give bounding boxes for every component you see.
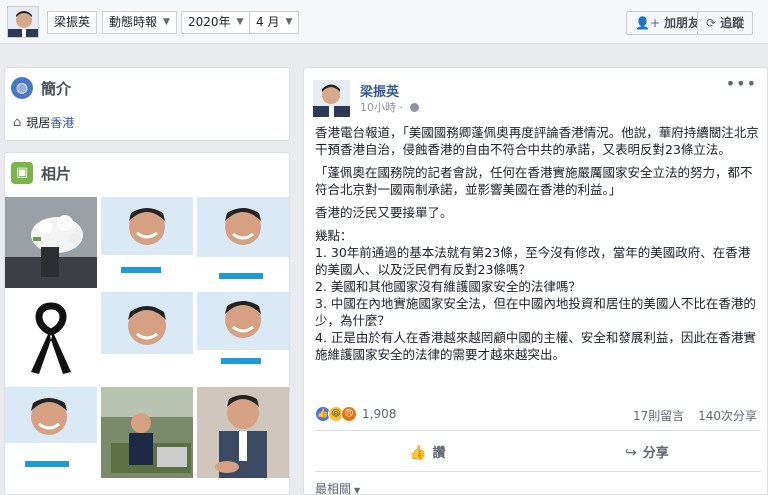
globe-icon bbox=[409, 103, 419, 112]
photo-thumbnail[interactable] bbox=[101, 292, 193, 383]
photos-header: ▣ 相片 bbox=[5, 153, 289, 193]
timeline-filter-label: 動態時報 bbox=[109, 15, 158, 29]
follow-button[interactable]: ⟳ 追蹤 bbox=[697, 11, 754, 35]
photo-icon: ▣ bbox=[11, 162, 33, 184]
comment-sort-label: 最相關 bbox=[315, 482, 352, 495]
intro-card: ◍ 簡介 ⌂ 現居 香港 bbox=[4, 67, 290, 141]
like-label: 讚 bbox=[432, 446, 446, 461]
post-paragraph: 香港電台報道，「美國國務卿蓬佩奧再度評論香港情況。他說，華府持續關注北京干預香港… bbox=[315, 125, 759, 157]
chevron-down-icon: ▼ bbox=[236, 17, 244, 27]
rss-icon: ⟳ bbox=[706, 16, 717, 30]
post-author-avatar[interactable] bbox=[313, 80, 350, 117]
photo-thumbnail[interactable] bbox=[5, 292, 97, 383]
globe-icon: ◍ bbox=[11, 77, 33, 99]
profile-name: 梁振英 bbox=[54, 15, 91, 29]
post-text: 香港電台報道，「美國國務卿蓬佩奧再度評論香港情況。他說，華府持續關注北京干預香港… bbox=[315, 124, 761, 363]
profile-name-box[interactable]: 梁振英 bbox=[47, 11, 98, 34]
lives-in-prefix: 現居 bbox=[26, 116, 51, 130]
photo-thumbnail[interactable] bbox=[5, 387, 97, 478]
profile-avatar[interactable] bbox=[7, 6, 39, 38]
follow-label: 追蹤 bbox=[720, 16, 745, 30]
photos-title[interactable]: 相片 bbox=[41, 163, 71, 184]
angry-reaction-icon[interactable]: 😠 bbox=[341, 406, 357, 422]
post-author-name[interactable]: 梁振英 bbox=[360, 81, 399, 100]
point-item: 4. 正是由於有人在香港越來越罔顧中國的主權、安全和發展利益，因此在香港實施維護… bbox=[315, 330, 756, 362]
year-label: 2020年 bbox=[188, 15, 231, 29]
month-label: 4 月 bbox=[256, 15, 280, 29]
more-options-icon[interactable]: ••• bbox=[726, 74, 757, 93]
share-arrow-icon: ↪ bbox=[625, 445, 637, 461]
share-button[interactable]: ↪ 分享 bbox=[625, 442, 669, 461]
reactions-bar: 👍 😆 😠 1,908 17則留言 140次分享 bbox=[315, 406, 761, 424]
post-timestamp[interactable]: 10小時 bbox=[360, 101, 396, 114]
post-paragraph: 香港的泛民又要接單了。 bbox=[315, 205, 453, 220]
person-plus-icon: 👤+ bbox=[635, 16, 660, 30]
like-button[interactable]: 👍 讚 bbox=[409, 442, 445, 461]
intro-title: 簡介 bbox=[41, 79, 72, 98]
profile-avatar-image bbox=[8, 7, 38, 37]
engagement-stats: 17則留言 140次分享 bbox=[623, 407, 757, 424]
month-dropdown[interactable]: 4 月 ▼ bbox=[249, 11, 300, 34]
chevron-down-icon: ▼ bbox=[163, 17, 170, 27]
reaction-count[interactable]: 1,908 bbox=[362, 407, 396, 421]
share-label: 分享 bbox=[642, 446, 669, 461]
lives-in-place-link[interactable]: 香港 bbox=[50, 114, 74, 131]
year-dropdown[interactable]: 2020年 ▼ bbox=[181, 11, 251, 34]
post-meta: 10小時 · bbox=[360, 99, 419, 115]
point-item: 1. 30年前通過的基本法就有第23條，至今沒有修改，當年的美國政府、在香港的美… bbox=[315, 245, 751, 277]
photo-thumbnail[interactable] bbox=[197, 197, 289, 288]
photo-thumbnail[interactable] bbox=[5, 197, 97, 288]
photo-thumbnail[interactable] bbox=[197, 292, 289, 383]
comment-sort-dropdown[interactable]: 最相關 ▼ bbox=[315, 480, 360, 495]
share-count[interactable]: 140次分享 bbox=[698, 409, 757, 423]
house-icon: ⌂ bbox=[13, 115, 22, 130]
intro-header: ◍ 簡介 bbox=[5, 68, 289, 108]
add-friend-label: 加朋友 bbox=[664, 16, 701, 30]
photo-thumbnail[interactable] bbox=[101, 197, 193, 288]
photos-card: ▣ 相片 bbox=[4, 152, 290, 495]
photo-thumbnail[interactable] bbox=[197, 387, 289, 478]
post-actions: 👍 讚 ↪ 分享 bbox=[315, 430, 761, 472]
lives-in-row: ⌂ 現居 香港 bbox=[5, 114, 289, 131]
timeline-navigation-bar: 梁振英 動態時報 ▼ 2020年 ▼ 4 月 ▼ 👤+ 加朋友 ⟳ 追蹤 bbox=[0, 0, 768, 44]
point-item: 3. 中國在內地實施國家安全法，但在中國內地投資和居住的美國人不比在香港的少，為… bbox=[315, 296, 756, 328]
thumbs-up-icon: 👍 bbox=[409, 445, 427, 461]
timeline-filter-dropdown[interactable]: 動態時報 ▼ bbox=[102, 11, 177, 34]
points-title: 幾點： bbox=[315, 228, 353, 243]
chevron-down-icon: ▼ bbox=[285, 17, 293, 27]
photo-thumbnail[interactable] bbox=[101, 387, 193, 478]
point-item: 2. 美國和其他國家沒有維護國家安全的法律嗎？ bbox=[315, 279, 581, 294]
comment-count[interactable]: 17則留言 bbox=[633, 409, 684, 423]
post-author-avatar-image bbox=[313, 80, 350, 117]
post-card: 梁振英 10小時 · ••• 香港電台報道，「美國國務卿蓬佩奧再度評論香港情況。… bbox=[303, 67, 768, 495]
post-paragraph: 「蓬佩奧在國務院的記者會說，任何在香港實施嚴厲國家安全立法的努力，都不符合北京對… bbox=[315, 165, 753, 197]
chevron-down-icon: ▼ bbox=[354, 486, 361, 495]
